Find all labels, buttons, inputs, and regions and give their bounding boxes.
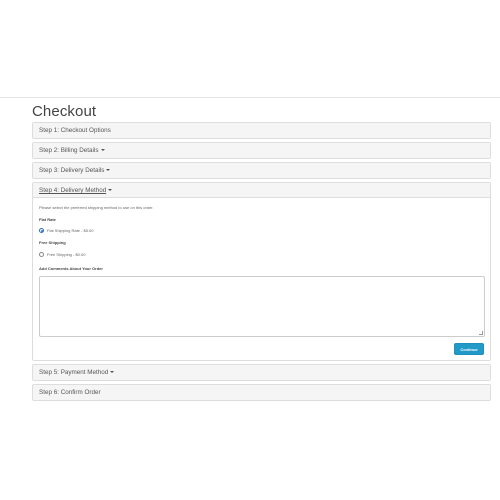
step-title[interactable]: Step 6: Confirm Order — [39, 389, 101, 396]
step-delivery-method: Step 4: Delivery Method Please select th… — [32, 182, 491, 361]
page-title: Checkout — [32, 103, 97, 120]
step-title[interactable]: Step 2: Billing Details — [39, 147, 99, 154]
step-heading[interactable]: Step 6: Confirm Order — [33, 385, 490, 400]
comments-textarea[interactable] — [39, 276, 485, 337]
shipping-option-free[interactable]: Free Shipping - $0.00 — [39, 252, 85, 257]
step-payment-method: Step 5: Payment Method — [32, 364, 491, 381]
delivery-method-body: Please select the preferred shipping met… — [33, 198, 490, 360]
continue-button[interactable]: Continue — [454, 343, 484, 355]
instruction-text: Please select the preferred shipping met… — [39, 205, 154, 210]
caret-down-icon — [100, 149, 105, 152]
header-area — [0, 0, 500, 98]
caret-down-icon — [106, 169, 111, 172]
step-title[interactable]: Step 1: Checkout Options — [39, 127, 111, 134]
step-checkout-options: Step 1: Checkout Options — [32, 122, 491, 139]
radio-icon[interactable] — [39, 228, 44, 233]
method-title-free-shipping: Free Shipping — [39, 240, 66, 245]
step-heading[interactable]: Step 2: Billing Details — [33, 143, 490, 158]
step-heading[interactable]: Step 3: Delivery Details — [33, 163, 490, 178]
radio-icon[interactable] — [39, 252, 44, 257]
caret-down-icon — [108, 189, 113, 192]
shipping-option-flat[interactable]: Flat Shipping Rate - $5.00 — [39, 228, 93, 233]
step-billing-details: Step 2: Billing Details — [32, 142, 491, 159]
step-title[interactable]: Step 3: Delivery Details — [39, 167, 104, 174]
step-heading[interactable]: Step 5: Payment Method — [33, 365, 490, 380]
caret-down-icon — [110, 371, 115, 374]
resize-handle-icon[interactable] — [479, 331, 483, 335]
method-title-flat-rate: Flat Rate — [39, 217, 56, 222]
shipping-option-label: Flat Shipping Rate - $5.00 — [47, 228, 94, 233]
comments-label: Add Comments About Your Order — [39, 266, 103, 271]
step-title[interactable]: Step 4: Delivery Method — [39, 187, 106, 194]
step-delivery-details: Step 3: Delivery Details — [32, 162, 491, 179]
shipping-option-label: Free Shipping - $0.00 — [47, 252, 86, 257]
step-heading[interactable]: Step 4: Delivery Method — [33, 183, 490, 198]
step-title[interactable]: Step 5: Payment Method — [39, 369, 108, 376]
step-heading[interactable]: Step 1: Checkout Options — [33, 123, 490, 138]
checkout-accordion: Step 1: Checkout Options Step 2: Billing… — [32, 122, 491, 404]
step-confirm-order: Step 6: Confirm Order — [32, 384, 491, 401]
